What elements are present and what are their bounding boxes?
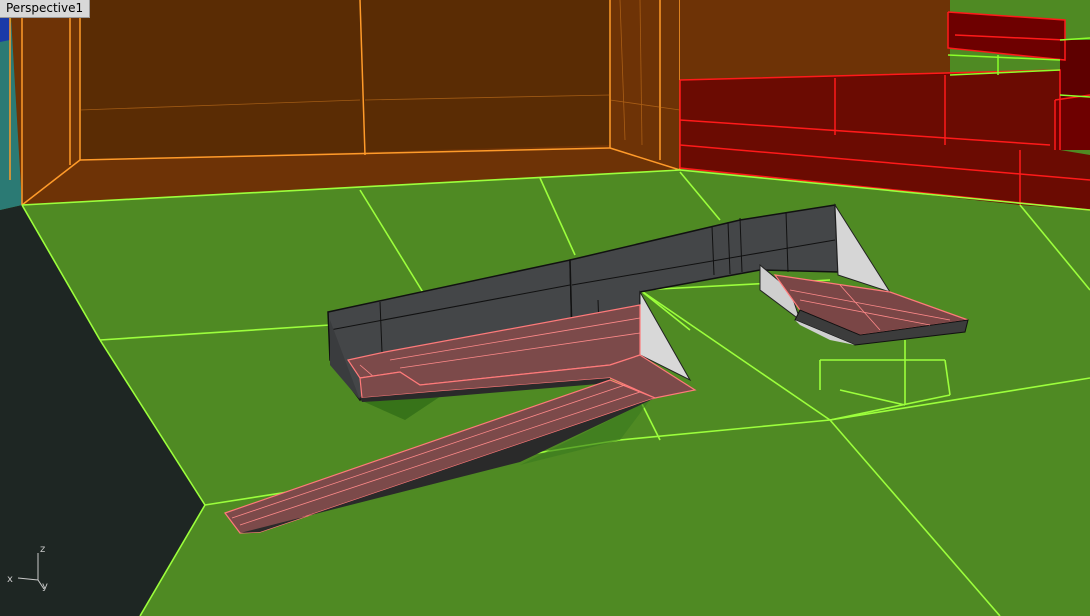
viewport-title-tab[interactable]: Perspective1	[0, 0, 91, 18]
axis-y-label: y	[42, 581, 48, 592]
3d-scene[interactable]: z x y	[0, 0, 1090, 616]
perspective-viewport[interactable]: z x y Perspective1	[0, 0, 1090, 616]
axis-z-label: z	[40, 544, 45, 555]
orange-right-wall	[680, 0, 950, 80]
left-blue-corner	[0, 18, 10, 42]
axis-x-label: x	[7, 574, 13, 585]
orange-room-inner	[80, 0, 610, 160]
